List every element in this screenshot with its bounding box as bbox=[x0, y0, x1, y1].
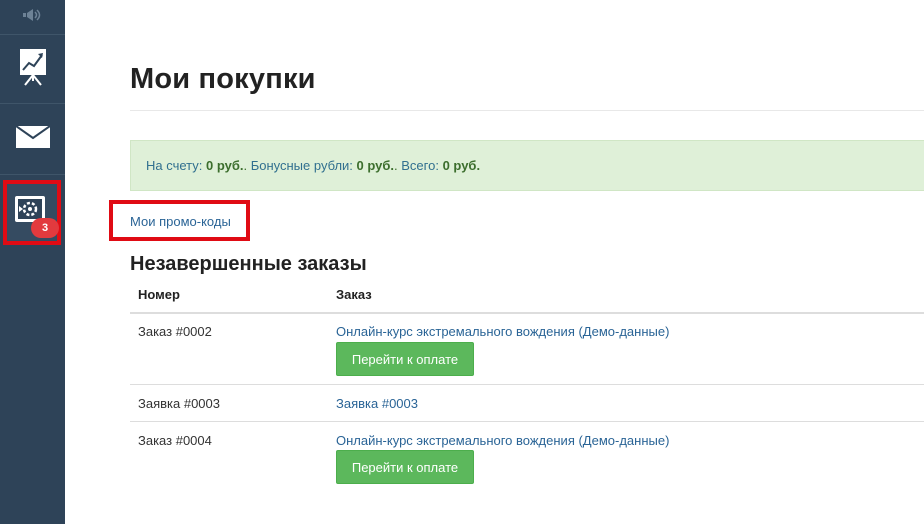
order-number: Заявка #0003 bbox=[138, 396, 220, 411]
promo-codes-link[interactable]: Мои промо-коды bbox=[130, 214, 231, 229]
sidebar-item-purchases[interactable]: 3 bbox=[3, 180, 61, 245]
bonus-value: 0 руб. bbox=[356, 158, 395, 173]
sidebar: 3 bbox=[0, 0, 65, 524]
balance-panel: На счету: 0 руб.. Бонусные рубли: 0 руб.… bbox=[130, 140, 924, 191]
header-divider bbox=[130, 312, 924, 314]
order-link[interactable]: Онлайн-курс экстремального вождения (Дем… bbox=[336, 324, 669, 339]
order-number: Заказ #0004 bbox=[138, 433, 212, 448]
notification-badge: 3 bbox=[31, 218, 59, 238]
row-divider bbox=[130, 384, 924, 385]
account-label: На счету: bbox=[146, 158, 206, 173]
order-link[interactable]: Заявка #0003 bbox=[336, 396, 418, 411]
speaker-icon bbox=[22, 8, 44, 27]
account-value: 0 руб. bbox=[205, 158, 244, 173]
pay-button[interactable]: Перейти к оплате bbox=[336, 450, 474, 484]
sidebar-item-messages[interactable] bbox=[0, 104, 65, 175]
total-value: 0 руб. bbox=[442, 158, 481, 173]
bonus-label: Бонусные рубли: bbox=[247, 158, 357, 173]
column-header-order: Заказ bbox=[336, 287, 372, 302]
row-divider bbox=[130, 421, 924, 422]
order-number: Заказ #0002 bbox=[138, 324, 212, 339]
sidebar-item-speaker[interactable] bbox=[0, 0, 65, 35]
column-header-number: Номер bbox=[138, 287, 180, 302]
order-link[interactable]: Онлайн-курс экстремального вождения (Дем… bbox=[336, 433, 669, 448]
sidebar-item-statistics[interactable] bbox=[0, 35, 65, 104]
chart-board-icon bbox=[18, 47, 48, 92]
section-title: Незавершенные заказы bbox=[130, 253, 367, 275]
total-label: Всего: bbox=[397, 158, 443, 173]
main-content: Мои покупки На счету: 0 руб.. Бонусные р… bbox=[65, 0, 924, 524]
title-divider bbox=[130, 110, 924, 111]
page-title: Мои покупки bbox=[130, 63, 316, 95]
pay-button[interactable]: Перейти к оплате bbox=[336, 342, 474, 376]
envelope-icon bbox=[14, 124, 51, 153]
